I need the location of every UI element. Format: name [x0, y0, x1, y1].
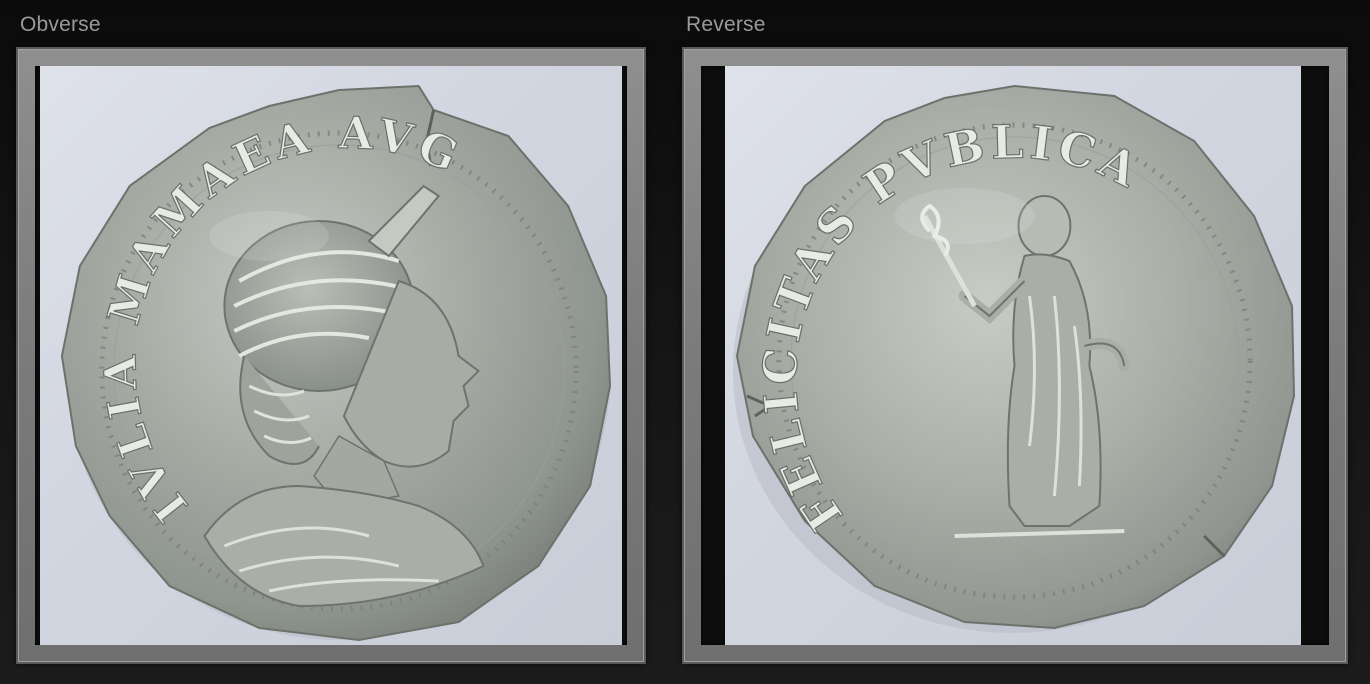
reverse-photo[interactable]: FELICITAS PVBLICA: [725, 66, 1301, 645]
reverse-image-area: FELICITAS PVBLICA: [701, 66, 1329, 645]
obverse-photo[interactable]: IVLIA MAMAEA AVG: [40, 66, 622, 645]
obverse-coin-image: IVLIA MAMAEA AVG: [60, 84, 612, 642]
obverse-frame: IVLIA MAMAEA AVG: [16, 47, 646, 664]
reverse-label: Reverse: [686, 13, 766, 36]
obverse-image-area: IVLIA MAMAEA AVG: [35, 66, 627, 645]
obverse-label: Obverse: [20, 13, 101, 36]
reverse-coin-image: FELICITAS PVBLICA: [732, 84, 1296, 633]
reverse-frame: FELICITAS PVBLICA: [682, 47, 1348, 664]
